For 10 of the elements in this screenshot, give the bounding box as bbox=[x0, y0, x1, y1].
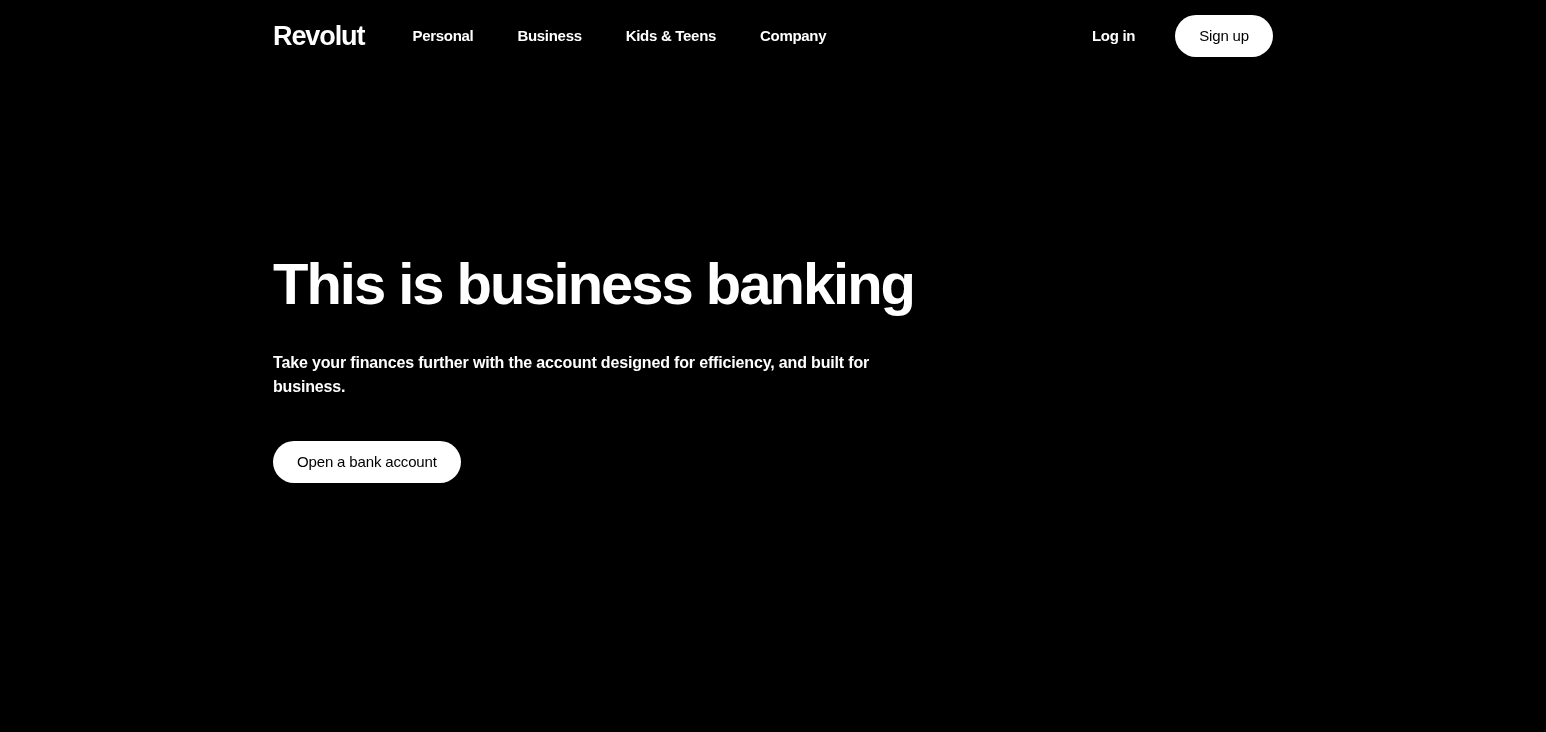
login-link[interactable]: Log in bbox=[1092, 24, 1136, 48]
logo[interactable]: Revolut bbox=[273, 22, 365, 50]
nav-link[interactable]: Personal bbox=[412, 24, 474, 48]
nav-link[interactable]: Company bbox=[760, 24, 827, 48]
nav-link[interactable]: Business bbox=[517, 24, 582, 48]
hero-heading: This is business banking bbox=[273, 252, 915, 316]
nav-link[interactable]: Kids & Teens bbox=[625, 24, 717, 48]
open-account-button[interactable]: Open a bank account bbox=[273, 441, 461, 483]
sign-up-button[interactable]: Sign up bbox=[1175, 15, 1273, 57]
hero-description: Take your finances further with the account designed for efficiency, and built for business. bbox=[273, 353, 871, 397]
